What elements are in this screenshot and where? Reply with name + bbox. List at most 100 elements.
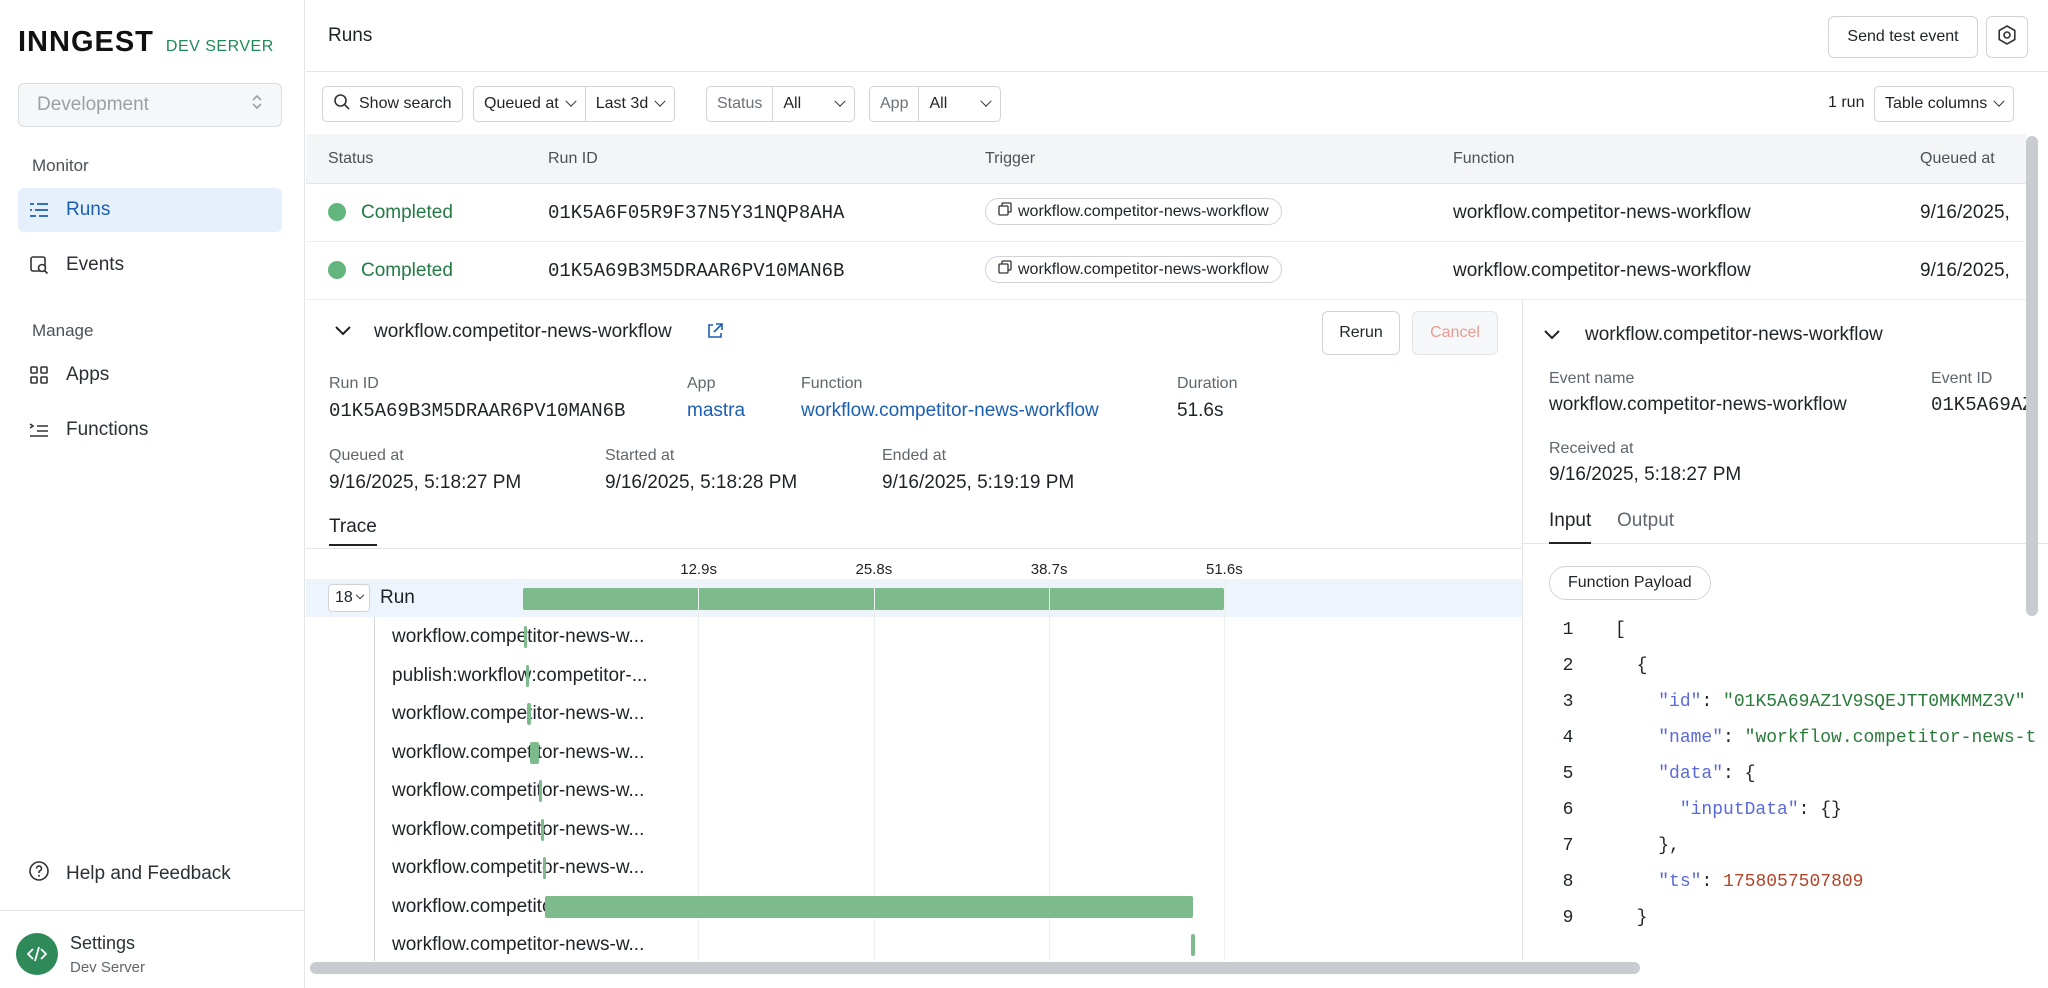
external-link-icon[interactable] (706, 322, 724, 345)
table-columns-label: Table columns (1885, 95, 1988, 112)
help-and-feedback[interactable]: Help and Feedback (28, 860, 231, 888)
column-header-status[interactable]: Status (328, 150, 373, 168)
app-link[interactable]: mastra (687, 400, 745, 422)
function-name: workflow.competitor-news-workflow (1453, 260, 1751, 281)
column-header-function[interactable]: Function (1453, 150, 1514, 168)
run-detail-panel: workflow.competitor-news-workflow Rerun … (306, 300, 1522, 963)
span-bar[interactable] (539, 780, 543, 802)
trace-span-row[interactable]: workflow.competitor-news-w... (306, 617, 1522, 655)
logo-subtitle: DEV SERVER (165, 38, 274, 55)
duration-label: Duration (1177, 375, 1238, 392)
run-status: Completed (361, 202, 453, 223)
span-label: workflow.competitor-news-w... (392, 818, 645, 840)
show-search-button[interactable]: Show search (322, 86, 463, 122)
trace-span-row[interactable]: workflow.competitor-news-w... (306, 887, 1522, 925)
time-range-select[interactable]: Last 3d (584, 87, 674, 121)
queued-at: 9/16/2025, (1920, 202, 2010, 223)
run-id-value: 01K5A69B3M5DRAAR6PV10MAN6B (329, 400, 626, 422)
top-bar: Runs Send test event (306, 0, 2048, 72)
trigger-name: workflow.competitor-news-workflow (1018, 260, 1269, 278)
table-row[interactable]: Completed 01K5A6F05R9F37N5Y31NQP8AHA wor… (306, 184, 2026, 242)
timeline-tick-label: 25.8s (855, 561, 893, 578)
app-filter-select[interactable]: All (918, 87, 1000, 121)
app-label: App (687, 375, 716, 392)
run-span-label: Run (380, 587, 415, 608)
send-test-event-button[interactable]: Send test event (1828, 16, 1978, 58)
status-filter-value: All (783, 95, 802, 112)
trace-run-row[interactable]: 18 Run (306, 579, 1522, 617)
code-text: "name": "workflow.competitor-news-t (1658, 728, 2037, 748)
span-label: workflow.competitor-news-w... (392, 780, 645, 801)
span-bar[interactable] (529, 741, 540, 764)
logo-wordmark: INNGEST (18, 26, 154, 58)
status-filter-select[interactable]: All (772, 87, 854, 121)
settings-button[interactable] (1986, 16, 2028, 58)
ended-at-value: 9/16/2025, 5:19:19 PM (882, 472, 1075, 493)
span-bar[interactable] (525, 664, 529, 687)
time-filter: Queued at Last 3d (473, 86, 676, 122)
gear-icon (1996, 24, 2018, 51)
function-link[interactable]: workflow.competitor-news-workflow (801, 400, 1099, 422)
chevron-down-icon (654, 95, 666, 107)
code-icon (16, 933, 58, 975)
app-filter: App All (869, 86, 1002, 122)
span-bar[interactable] (540, 818, 544, 841)
trigger-pill[interactable]: workflow.competitor-news-workflow (985, 256, 1282, 283)
line-number: 3 (1562, 692, 1574, 712)
nav-section-manage: Manage (32, 321, 94, 340)
help-label: Help and Feedback (66, 863, 231, 884)
trace-span-row[interactable]: workflow.competitor-news-w... (306, 733, 1522, 771)
code-text: } (1615, 908, 1648, 928)
trace-span-row[interactable]: workflow.competitor-news-w... (306, 848, 1522, 886)
vertical-scrollbar[interactable] (2026, 136, 2038, 616)
span-bar[interactable] (524, 626, 528, 648)
environment-select[interactable]: Development (18, 83, 282, 127)
ended-at-label: Ended at (882, 447, 947, 464)
nav-section-monitor: Monitor (32, 156, 89, 175)
span-bar[interactable] (1191, 934, 1196, 956)
line-number: 2 (1562, 656, 1574, 676)
column-header-trigger[interactable]: Trigger (985, 150, 1035, 168)
logo[interactable]: INNGEST DEV SERVER (18, 26, 274, 59)
table-columns-button[interactable]: Table columns (1874, 86, 2015, 122)
sidebar-item-functions[interactable]: Functions (18, 408, 282, 452)
column-header-run-id[interactable]: Run ID (548, 150, 598, 168)
function-payload-badge[interactable]: Function Payload (1549, 566, 1711, 600)
sidebar-item-apps[interactable]: Apps (18, 353, 282, 397)
trace-span-row[interactable]: publish:workflow:competitor-... (306, 656, 1522, 694)
sidebar-item-runs[interactable]: Runs (18, 188, 282, 232)
rerun-button[interactable]: Rerun (1322, 311, 1400, 355)
run-status: Completed (361, 260, 453, 281)
trace-span-row[interactable]: workflow.competitor-news-w... (306, 810, 1522, 848)
trace-span-row[interactable]: workflow.competitor-news-w... (306, 771, 1522, 809)
trigger-pill[interactable]: workflow.competitor-news-workflow (985, 198, 1282, 225)
time-range-value: Last 3d (595, 95, 649, 112)
span-bar[interactable] (543, 857, 547, 879)
trace-span-row[interactable]: workflow.competitor-news-w... (306, 694, 1522, 732)
event-name-value: workflow.competitor-news-workflow (1549, 394, 1847, 415)
span-label: workflow.competitor-news-w... (392, 741, 645, 763)
settings-footer[interactable]: Settings Dev Server (0, 910, 305, 988)
span-count-toggle[interactable]: 18 (328, 584, 370, 612)
function-name: workflow.competitor-news-workflow (1453, 202, 1751, 223)
run-id-label: Run ID (329, 375, 379, 392)
collapse-chevron-icon[interactable] (334, 324, 352, 342)
table-row[interactable]: Completed 01K5A69B3M5DRAAR6PV10MAN6B wor… (306, 242, 2026, 300)
tab-output[interactable]: Output (1617, 510, 1674, 532)
run-detail-title: workflow.competitor-news-workflow (374, 321, 672, 342)
span-bar[interactable] (527, 703, 532, 725)
cancel-button[interactable]: Cancel (1412, 311, 1498, 355)
time-field-select[interactable]: Queued at (474, 87, 585, 121)
horizontal-scrollbar[interactable] (310, 962, 1640, 974)
sidebar-item-events[interactable]: Events (18, 243, 282, 287)
tab-trace[interactable]: Trace (329, 516, 377, 546)
status-dot (328, 261, 346, 279)
collapse-chevron-icon[interactable] (1543, 328, 1561, 346)
trace-span-row[interactable]: workflow.competitor-news-w... (306, 925, 1522, 963)
code-text: }, (1615, 836, 1680, 856)
settings-title: Settings (70, 933, 136, 953)
tab-input[interactable]: Input (1549, 510, 1592, 544)
column-header-queued-at[interactable]: Queued at (1920, 150, 1995, 168)
span-bar[interactable] (544, 895, 1193, 918)
help-icon (28, 860, 50, 888)
